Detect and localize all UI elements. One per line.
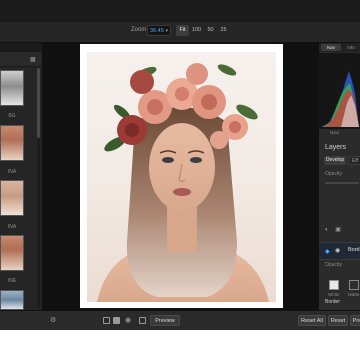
right-panel: Nav Info Navi Layers Develop Eff Opacity… (318, 43, 360, 310)
border-heading: Border (325, 299, 341, 305)
layer-name: Bord (348, 247, 360, 253)
zoom-25-button[interactable]: 25 (217, 25, 230, 36)
zoom-select[interactable]: 36.45 ▾ (147, 25, 171, 36)
opacity-label: Opacity (325, 171, 342, 177)
navigator-preview-label[interactable]: Navi (330, 130, 339, 135)
portrait-illustration (97, 63, 269, 302)
tab-effects[interactable]: Eff (348, 156, 360, 165)
image-canvas[interactable] (42, 43, 318, 310)
zoom-50-button[interactable]: 50 (204, 25, 217, 36)
scrollbar-thumb[interactable] (37, 68, 40, 138)
tab-develop[interactable]: Develop (324, 156, 346, 165)
portrait-photo[interactable] (87, 52, 276, 302)
layers-title: Layers (325, 144, 347, 151)
filmstrip-thumbnail[interactable] (0, 70, 24, 106)
zoom-100-button[interactable]: 100 (190, 25, 203, 36)
histogram (319, 53, 360, 129)
layer-opacity-label: Opacity (325, 262, 342, 268)
layer-row-border[interactable]: ◆ ◉ Bord (319, 242, 360, 260)
compare-view-icon[interactable] (113, 317, 120, 324)
chevron-down-icon: ▾ (165, 28, 168, 34)
swatch-label-matte: Matte (348, 292, 360, 297)
thumbnail-label: INE (7, 278, 17, 284)
filmstrip-scrollbar[interactable] (37, 68, 40, 308)
tab-nav[interactable]: Nav (321, 44, 341, 51)
border-white-swatch[interactable] (329, 280, 339, 290)
split-view-icon[interactable] (139, 317, 146, 324)
tab-info[interactable]: Info (343, 44, 359, 51)
photo-border-frame (80, 44, 283, 308)
reset-all-button[interactable]: Reset All (298, 315, 326, 326)
layer-tool-icons: ◐ ▣ (325, 226, 341, 233)
reset-button[interactable]: Reset (328, 315, 348, 326)
layer-icon[interactable]: ▣ (335, 227, 341, 233)
grid-view-icon[interactable]: ▦ (30, 56, 36, 63)
filmstrip-header: ▦ (0, 52, 42, 67)
border-matte-swatch[interactable] (349, 280, 359, 290)
single-view-icon[interactable] (103, 317, 110, 324)
thumbnail-label: INA (7, 169, 17, 175)
mask-icon[interactable]: ◐ (325, 227, 329, 233)
swatch-label-white: White (328, 292, 340, 297)
settings-gear-icon[interactable]: ⚙ (50, 316, 56, 324)
desktop-background (0, 330, 360, 360)
app-window: Zoom 36.45 ▾ Fit 100 50 25 ▦ BG INA INA … (0, 0, 360, 330)
filmstrip-thumbnail[interactable] (0, 180, 24, 216)
filmstrip-thumbnail[interactable] (0, 125, 24, 161)
navigator-tabs: Nav Info (319, 43, 360, 52)
opacity-slider[interactable] (325, 182, 359, 184)
filmstrip-thumbnail[interactable] (0, 290, 24, 310)
preview-button[interactable]: Preview (150, 315, 180, 326)
previous-button[interactable]: Pre (350, 315, 360, 326)
zoom-label: Zoom (131, 27, 147, 33)
active-layer-dot-icon: ◆ (325, 249, 330, 255)
filmstrip-panel: ▦ BG INA INA INE (0, 52, 42, 310)
top-toolbar: Zoom 36.45 ▾ Fit 100 50 25 (0, 22, 360, 43)
bottom-toolbar: ⚙ ◉ Preview Reset All Reset Pre (0, 310, 360, 330)
zoom-value: 36.45 (150, 28, 164, 34)
zoom-fit-button[interactable]: Fit (176, 25, 189, 36)
histogram-graph (321, 71, 359, 127)
thumbnail-label: INA (7, 224, 17, 230)
visibility-toggle-icon[interactable]: ◉ (335, 247, 340, 254)
thumbnail-label: BG (8, 113, 16, 119)
filmstrip-thumbnail[interactable] (0, 235, 24, 271)
eye-icon[interactable]: ◉ (125, 316, 131, 324)
